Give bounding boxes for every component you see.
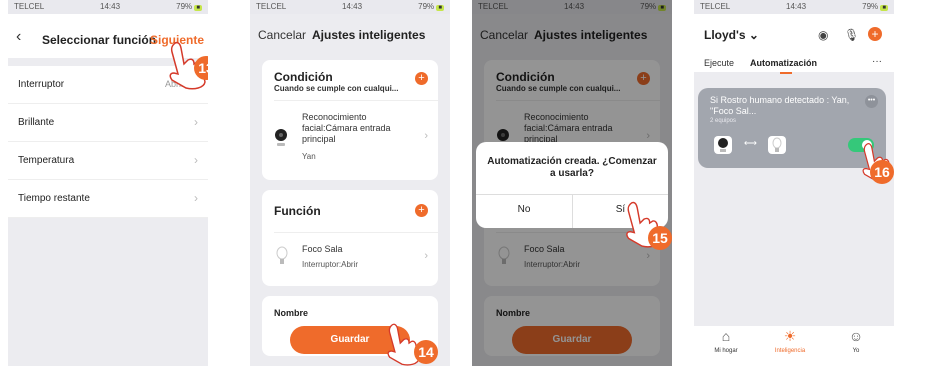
- battery-icon: ■: [880, 5, 888, 11]
- add-condition-button[interactable]: +: [415, 72, 428, 85]
- more-icon[interactable]: •••: [865, 95, 878, 108]
- chevron-right-icon: ›: [194, 115, 198, 129]
- name-label: Nombre: [274, 308, 309, 318]
- phone-screen-automation-list: TELCEL 14:43 79% ■ Lloyd's ⌄ ◉ 🎙︎ + Ejec…: [694, 0, 894, 366]
- bulb-icon: [768, 136, 786, 154]
- nav-bar: Cancelar Ajustes inteligentes: [250, 14, 450, 54]
- condition-card: Condición Cuando se cumple con cualqui..…: [262, 60, 438, 180]
- arrow-icon: ⟷: [744, 138, 757, 148]
- condition-item-sub: Yan: [302, 152, 316, 161]
- tab-automation[interactable]: Automatización: [750, 58, 817, 68]
- step-badge: 15: [648, 226, 672, 250]
- add-button[interactable]: +: [868, 27, 882, 41]
- chevron-right-icon: ›: [424, 250, 428, 262]
- function-item-sub: Interruptor:Abrir: [302, 260, 359, 269]
- active-tab-indicator: [780, 72, 792, 74]
- nav-item-home[interactable]: ⌂ Mi hogar: [696, 328, 756, 354]
- microphone-icon[interactable]: 🎙︎: [844, 28, 859, 42]
- phone-screen-automation-created: TELCEL 14:43 79% ■ Cancelar Ajustes inte…: [472, 0, 672, 366]
- add-function-button[interactable]: +: [415, 204, 428, 217]
- condition-subheading[interactable]: Cuando se cumple con cualqui...: [274, 84, 398, 93]
- function-row-remaining-time[interactable]: Tiempo restante ›: [8, 180, 208, 218]
- function-label: Temperatura: [18, 155, 75, 166]
- chevron-right-icon: ›: [194, 191, 198, 205]
- header: Lloyd's ⌄ ◉ 🎙︎ + Ejecute Automatización …: [694, 14, 894, 74]
- function-label: Tiempo restante: [18, 193, 90, 204]
- bulb-icon: [276, 246, 288, 264]
- battery-text: 79%: [176, 2, 193, 11]
- cancel-button[interactable]: Cancelar: [258, 28, 306, 42]
- chevron-right-icon: ›: [424, 130, 428, 142]
- step-badge: 14: [414, 340, 438, 364]
- chevron-right-icon: ›: [194, 153, 198, 167]
- function-item-text[interactable]: Foco Sala: [302, 244, 343, 255]
- bottom-nav: ⌂ Mi hogar ☀ Inteligencia ☺ Yo: [694, 326, 894, 366]
- function-row-temperature[interactable]: Temperatura ›: [8, 142, 208, 180]
- no-button[interactable]: No: [476, 204, 572, 215]
- function-row-brightness[interactable]: Brillante ›: [8, 104, 208, 142]
- tab-run[interactable]: Ejecute: [704, 58, 734, 68]
- phone-screen-smart-settings: TELCEL 14:43 79% ■ Cancelar Ajustes inte…: [250, 0, 450, 366]
- function-card: Función + Foco Sala Interruptor:Abrir ›: [262, 190, 438, 286]
- page-title: Seleccionar función: [42, 33, 157, 47]
- battery-text: 79%: [418, 2, 435, 11]
- chevron-left-icon[interactable]: ‹: [16, 28, 21, 46]
- battery-text: 79%: [862, 2, 879, 11]
- carrier-text: TELCEL: [700, 2, 731, 11]
- automation-text: Si Rostro humano detectado : Yan, "Foco …: [710, 95, 850, 116]
- nav-item-me[interactable]: ☺ Yo: [826, 328, 886, 354]
- time-text: 14:43: [342, 2, 363, 11]
- more-icon[interactable]: ···: [872, 56, 882, 67]
- home-icon: ⌂: [721, 328, 731, 344]
- status-bar: TELCEL 14:43 79% ■: [250, 0, 450, 14]
- page-title: Ajustes inteligentes: [312, 28, 426, 42]
- time-text: 14:43: [100, 2, 121, 11]
- function-label: Interruptor: [18, 79, 65, 90]
- nav-item-smart[interactable]: ☀ Inteligencia: [760, 328, 820, 354]
- step-badge: 16: [870, 160, 894, 184]
- sun-icon: ☀: [783, 328, 797, 344]
- status-bar: TELCEL 14:43 79% ■: [8, 0, 208, 14]
- camera-icon: [275, 129, 287, 146]
- condition-heading: Condición: [274, 70, 333, 84]
- battery-icon: ■: [436, 5, 444, 11]
- user-icon: ☺: [848, 328, 864, 344]
- carrier-text: TELCEL: [256, 2, 287, 11]
- status-bar: TELCEL 14:43 79% ■: [694, 0, 894, 14]
- dialog-message: Automatización creada. ¿Comenzar a usarl…: [487, 156, 657, 179]
- automation-sub: 2 equipos: [710, 118, 737, 124]
- phone-screen-select-function: TELCEL 14:43 79% ■ ‹ Seleccionar función…: [8, 0, 208, 366]
- condition-item-text[interactable]: Reconocimiento facial:Cámara entrada pri…: [302, 112, 412, 145]
- battery-icon: ■: [194, 5, 202, 11]
- camera-icon[interactable]: ◉: [818, 28, 828, 42]
- chevron-down-icon: ⌄: [748, 28, 759, 42]
- time-text: 14:43: [786, 2, 807, 11]
- carrier-text: TELCEL: [14, 2, 45, 11]
- function-heading: Función: [274, 204, 321, 218]
- function-label: Brillante: [18, 117, 55, 128]
- camera-icon: [714, 136, 732, 154]
- home-selector[interactable]: Lloyd's ⌄: [704, 28, 759, 42]
